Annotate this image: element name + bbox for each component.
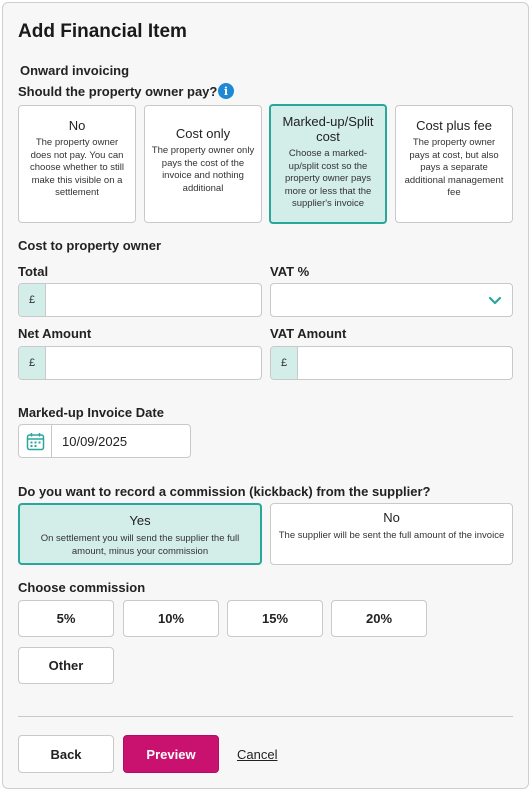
- commission-10-button[interactable]: 10%: [123, 600, 219, 637]
- page-title: Add Financial Item: [18, 21, 187, 42]
- vat-amount-field[interactable]: £: [270, 346, 513, 380]
- commission-other-button[interactable]: Other: [18, 647, 114, 684]
- commission-20-button[interactable]: 20%: [331, 600, 427, 637]
- total-label: Total: [18, 264, 49, 279]
- choose-commission-label: Choose commission: [18, 580, 146, 595]
- cancel-link[interactable]: Cancel: [237, 747, 277, 762]
- vat-amount-label: VAT Amount: [270, 326, 347, 341]
- pay-option-marked-up-split-cost[interactable]: Marked-up/Split cost Choose a marked-up/…: [269, 104, 387, 224]
- pay-option-title: Marked-up/Split cost: [282, 114, 374, 144]
- pay-option-description: The property owner only pays the cost of…: [151, 145, 255, 194]
- commission-15-button[interactable]: 15%: [227, 600, 323, 637]
- divider: [18, 716, 513, 717]
- commission-no-title: No: [383, 510, 400, 525]
- pay-option-description: The property owner does not pay. You can…: [30, 137, 124, 198]
- preview-button[interactable]: Preview: [123, 735, 219, 773]
- vat-percent-label: VAT %: [270, 264, 310, 279]
- currency-prefix: £: [19, 284, 46, 316]
- commission-yes-description: On settlement you will send the supplier…: [40, 533, 240, 557]
- invoice-date-label: Marked-up Invoice Date: [18, 405, 164, 420]
- back-button[interactable]: Back: [18, 735, 114, 773]
- commission-no-option[interactable]: No The supplier will be sent the full am…: [270, 503, 513, 565]
- commission-yes-option[interactable]: Yes On settlement you will send the supp…: [18, 503, 262, 565]
- info-icon[interactable]: i: [218, 83, 234, 99]
- commission-no-description: The supplier will be sent the full amoun…: [278, 530, 505, 541]
- commission-question: Do you want to record a commission (kick…: [18, 484, 431, 499]
- pay-option-no[interactable]: No The property owner does not pay. You …: [18, 105, 136, 223]
- invoice-date-field[interactable]: 10/09/2025: [18, 424, 191, 458]
- net-amount-field[interactable]: £: [18, 346, 262, 380]
- chevron-down-icon: [488, 296, 502, 305]
- currency-prefix: £: [19, 347, 46, 379]
- pay-option-cost-only[interactable]: Cost only The property owner only pays t…: [144, 105, 262, 223]
- calendar-icon: [26, 433, 45, 451]
- cost-to-owner-label: Cost to property owner: [18, 238, 162, 253]
- pay-option-title: Cost plus fee: [416, 118, 492, 133]
- property-owner-pay-question: Should the property owner pay?: [18, 84, 218, 99]
- net-amount-label: Net Amount: [18, 326, 92, 341]
- onward-invoicing-label: Onward invoicing: [20, 63, 130, 78]
- pay-option-description: Choose a marked-up/split cost so the pro…: [284, 148, 372, 209]
- pay-option-description: The property owner pays at cost, but als…: [404, 137, 504, 198]
- calendar-button[interactable]: [19, 425, 52, 457]
- pay-option-cost-plus-fee[interactable]: Cost plus fee The property owner pays at…: [395, 105, 513, 223]
- total-field[interactable]: £: [18, 283, 262, 317]
- commission-5-button[interactable]: 5%: [18, 600, 114, 637]
- vat-percent-select[interactable]: [270, 283, 513, 317]
- pay-option-title: Cost only: [175, 126, 231, 141]
- pay-option-title: No: [68, 118, 86, 133]
- currency-prefix: £: [271, 347, 298, 379]
- invoice-date-value: 10/09/2025: [62, 434, 128, 449]
- commission-yes-title: Yes: [129, 513, 151, 528]
